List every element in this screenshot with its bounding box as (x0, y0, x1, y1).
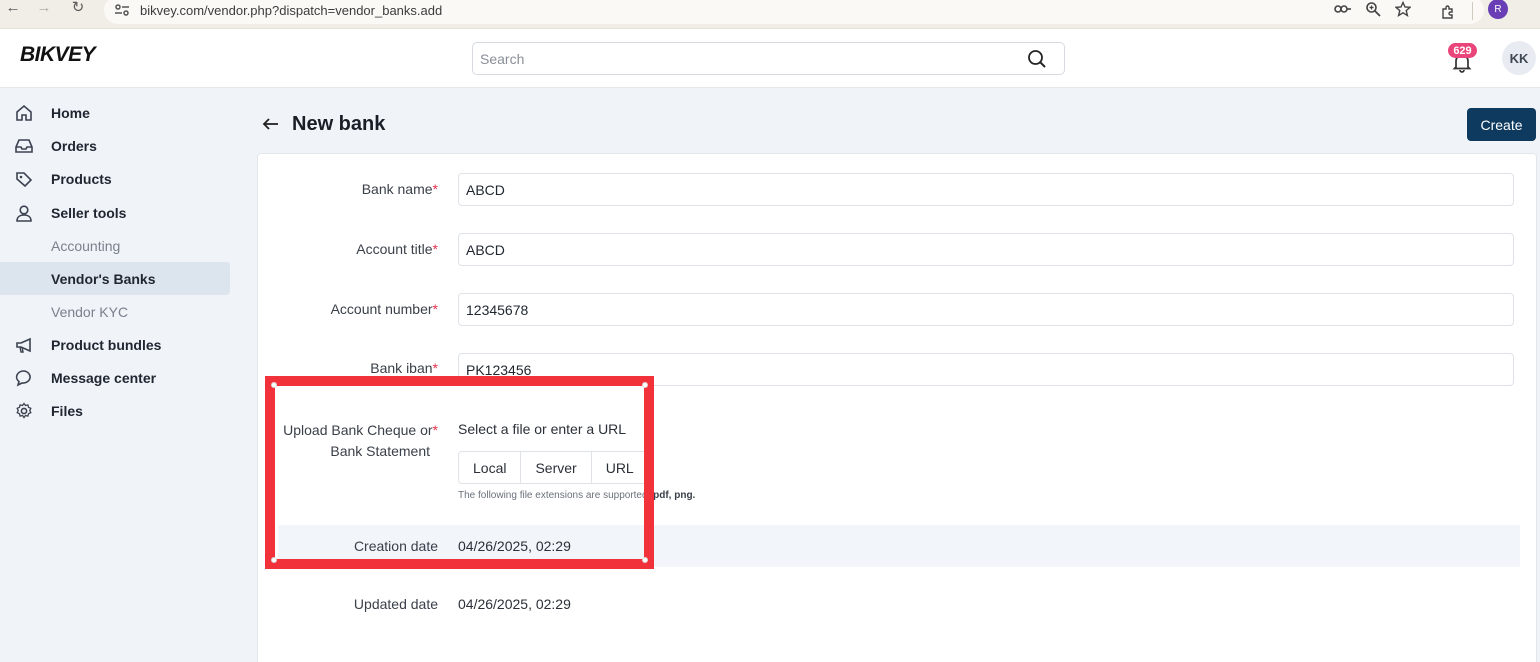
sidebar-item-message-center[interactable]: Message center (0, 361, 230, 394)
account-title-label: Account title* (356, 241, 438, 257)
sidebar-item-label: Orders (51, 137, 97, 154)
toolbar-divider (1472, 2, 1473, 20)
back-arrow-icon[interactable] (262, 115, 280, 133)
sidebar-item-label: Accounting (51, 237, 121, 254)
bookmark-star-icon[interactable] (1394, 0, 1412, 18)
sidebar-item-products[interactable]: Products (0, 162, 230, 195)
sidebar-item-label: Vendor's Banks (51, 270, 156, 287)
bikvey-logo[interactable]: BIKVEY (20, 43, 96, 67)
sidebar-item-label: Home (51, 104, 90, 121)
bank-iban-label: Bank iban* (370, 360, 438, 376)
updated-date-value: 04/26/2025, 02:29 (458, 596, 571, 612)
browser-reload-icon[interactable]: ↻ (65, 0, 91, 18)
sidebar-item-label: Message center (51, 369, 157, 386)
address-url[interactable]: bikvey.com/vendor.php?dispatch=vendor_ba… (140, 3, 442, 18)
browser-back-icon[interactable]: ← (0, 0, 26, 18)
sidebar-item-home[interactable]: Home (0, 96, 230, 129)
password-key-icon[interactable] (1334, 0, 1352, 18)
browser-toolbar: ← → ↻ bikvey.com/vendor.php?dispatch=ven… (0, 0, 1540, 29)
gear-icon (14, 401, 34, 421)
sidebar-item-label: Files (51, 402, 83, 419)
sidebar-item-accounting[interactable]: Accounting (0, 229, 230, 262)
zoom-icon[interactable] (1364, 0, 1382, 18)
site-settings-icon[interactable] (114, 3, 132, 17)
annotation-highlight-box (265, 376, 654, 569)
app-header: BIKVEY 629 KK (0, 29, 1540, 88)
sidebar-item-product-bundles[interactable]: Product bundles (0, 328, 230, 361)
create-button[interactable]: Create (1467, 108, 1536, 141)
sidebar-item-label: Product bundles (51, 336, 162, 353)
sidebar-item-orders[interactable]: Orders (0, 129, 230, 162)
search-icon[interactable] (1027, 49, 1047, 69)
chat-bubble-icon (14, 368, 34, 388)
inbox-icon (14, 136, 34, 156)
sidebar-item-label: Vendor KYC (51, 303, 129, 320)
annotation-handle (271, 382, 277, 388)
megaphone-icon (14, 335, 34, 355)
search-box[interactable] (472, 42, 1065, 75)
sidebar-item-files[interactable]: Files (0, 394, 230, 427)
user-icon (14, 203, 34, 223)
bank-name-label: Bank name* (361, 181, 438, 197)
sidebar-item-label: Seller tools (51, 204, 127, 221)
tag-icon (14, 169, 34, 189)
account-title-input[interactable] (458, 233, 1514, 266)
page-title: New bank (292, 113, 386, 135)
bank-name-input[interactable] (458, 173, 1514, 206)
user-avatar[interactable]: KK (1502, 41, 1536, 75)
sidebar-item-vendor-kyc[interactable]: Vendor KYC (0, 295, 230, 328)
sidebar-item-vendors-banks[interactable]: Vendor's Banks (0, 262, 230, 295)
annotation-handle (642, 557, 648, 563)
updated-date-label: Updated date (353, 596, 438, 612)
annotation-handle (642, 382, 648, 388)
annotation-handle (271, 557, 277, 563)
home-icon (14, 103, 34, 123)
browser-profile-avatar[interactable]: R (1488, 0, 1508, 19)
browser-forward-icon[interactable]: → (31, 0, 57, 18)
sidebar-item-label: Products (51, 170, 112, 187)
extensions-puzzle-icon[interactable] (1438, 3, 1458, 23)
address-bar[interactable]: bikvey.com/vendor.php?dispatch=vendor_ba… (104, 0, 1484, 24)
account-number-label: Account number* (330, 301, 438, 317)
search-input[interactable] (480, 50, 1000, 67)
sidebar: Home Orders Products Seller tools Accoun… (0, 89, 239, 662)
notification-badge: 629 (1448, 43, 1477, 58)
sidebar-item-seller-tools[interactable]: Seller tools (0, 196, 230, 229)
account-number-input[interactable] (458, 293, 1514, 326)
